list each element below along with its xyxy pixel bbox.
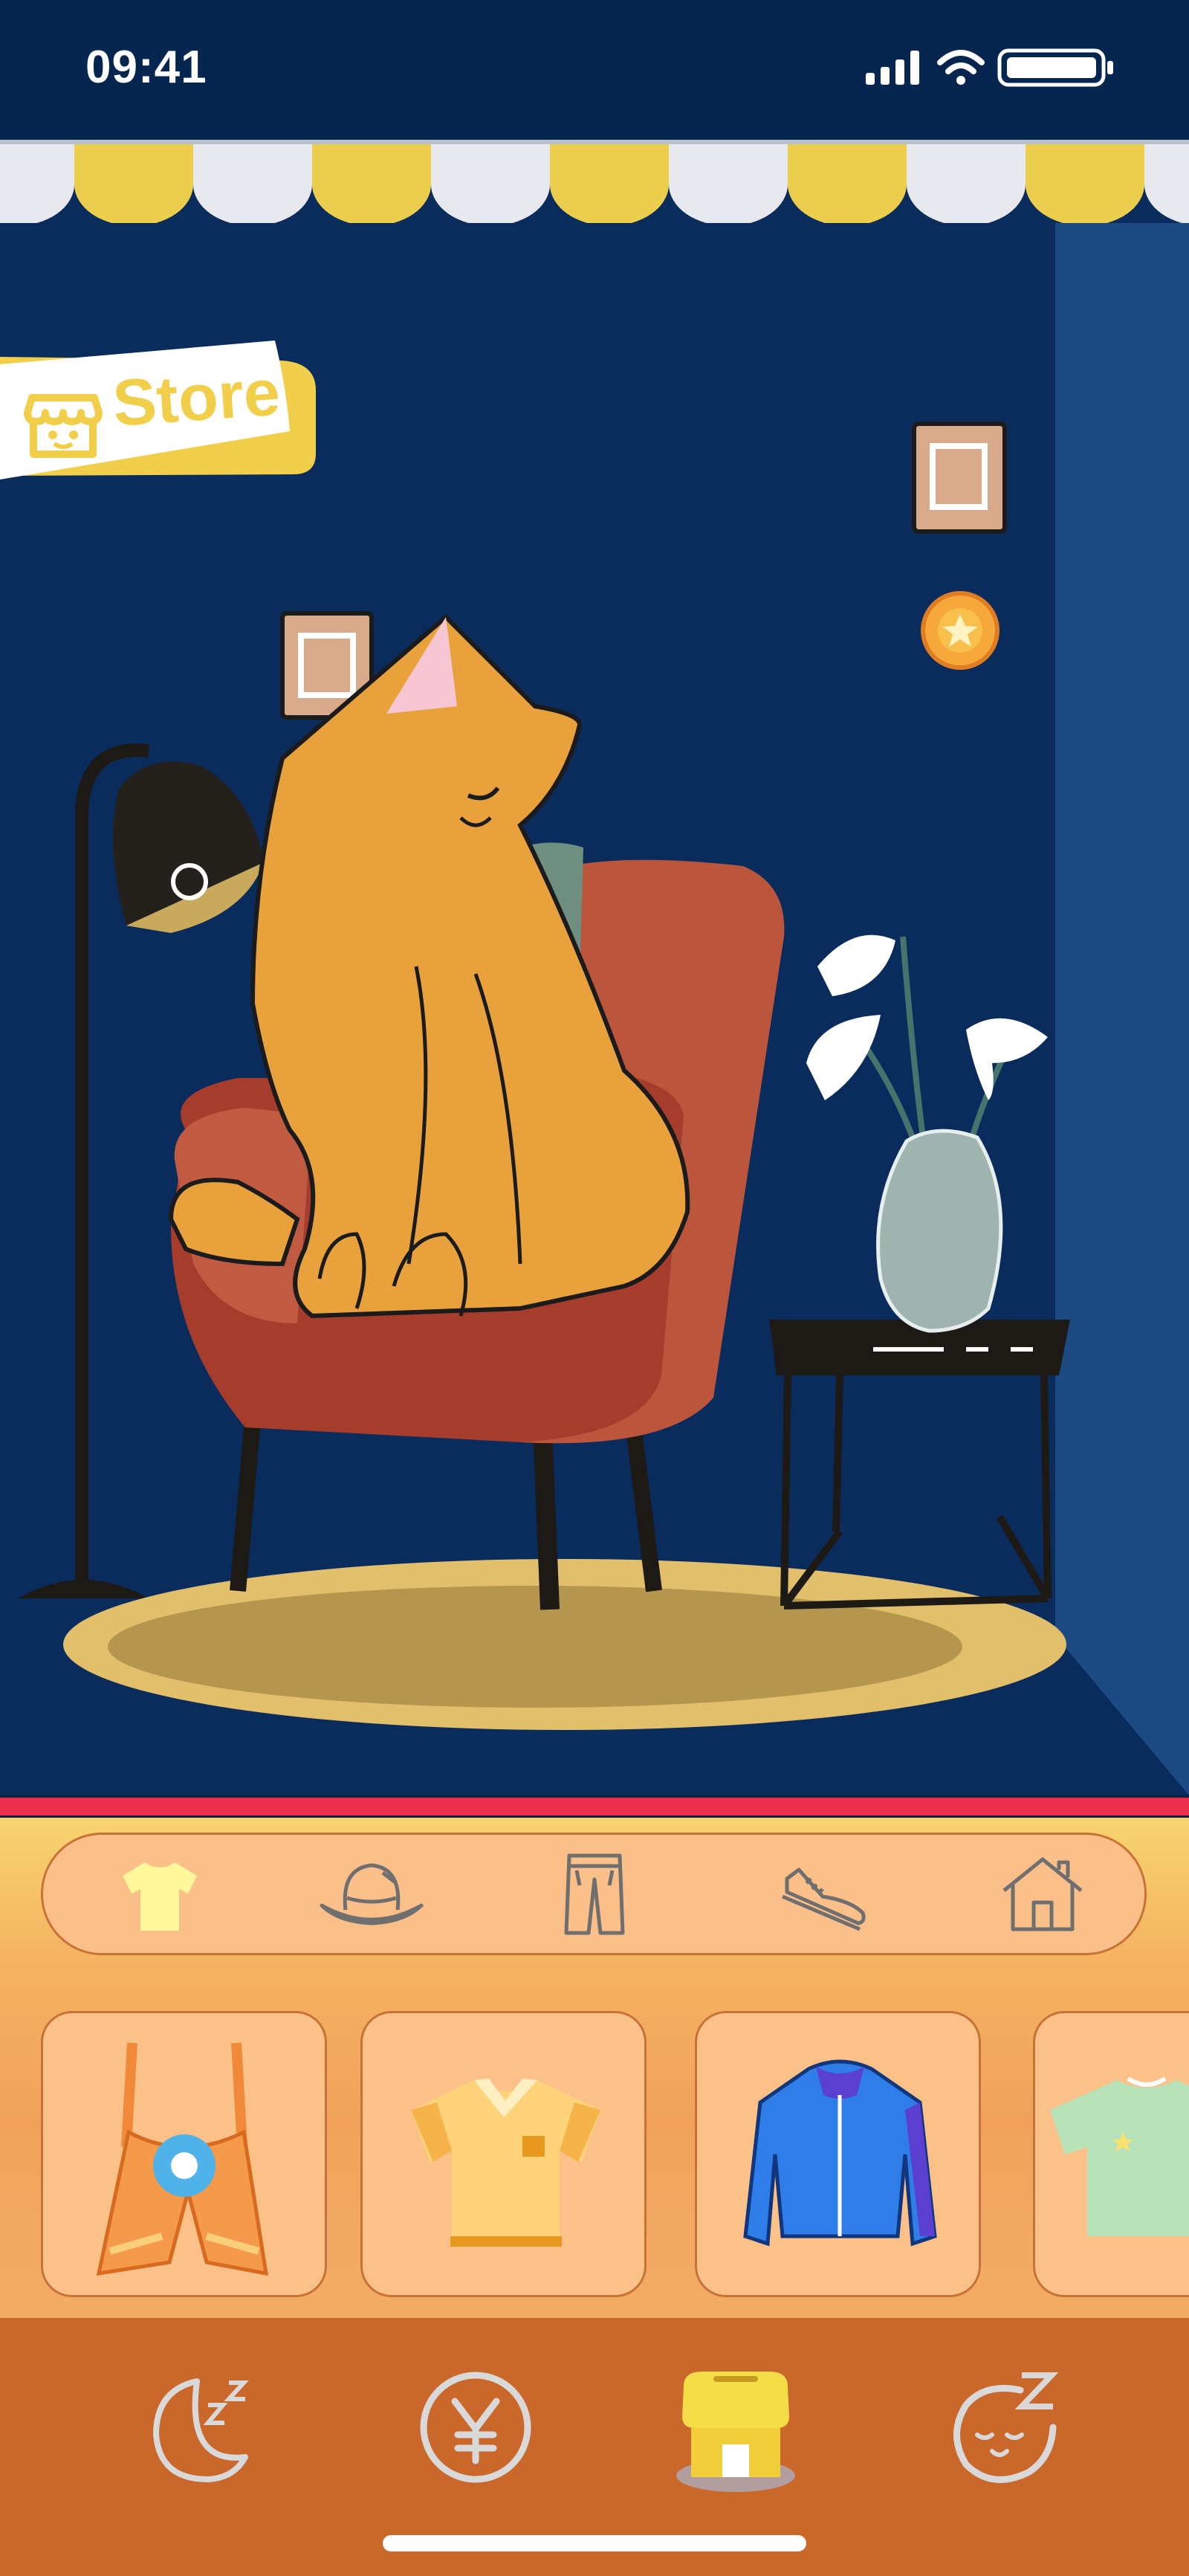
house-icon: [1002, 1857, 1083, 1931]
store-label[interactable]: Store: [110, 354, 282, 441]
home-indicator[interactable]: [383, 2535, 806, 2551]
status-icons: [866, 48, 1113, 87]
room-scene: [0, 223, 1189, 1795]
picture-frame-right: [912, 422, 1007, 534]
pants-icon: [564, 1853, 625, 1934]
store-front-icon: [24, 394, 103, 458]
status-bar: 09:41: [0, 0, 1189, 141]
green-tshirt-icon: [1050, 2076, 1189, 2236]
tab-home[interactable]: [983, 1847, 1102, 1940]
tab-shoes[interactable]: [765, 1847, 884, 1940]
cat-room-screen: 09:41 Store: [0, 0, 1189, 2576]
tab-hats[interactable]: [312, 1847, 431, 1940]
item-card-jacket[interactable]: [695, 2011, 981, 2297]
signal-icon: [866, 51, 919, 85]
gold-coin-icon: [921, 591, 1000, 670]
item-card-green-tshirt[interactable]: [1033, 2011, 1189, 2297]
nav-store[interactable]: [661, 2357, 810, 2498]
tab-pants[interactable]: [535, 1847, 654, 1940]
sleep-moon-icon: [153, 2378, 249, 2482]
jacket-icon: [743, 2059, 937, 2247]
sleepy-face-icon: [953, 2372, 1059, 2483]
overalls-icon: [96, 2042, 269, 2276]
tab-shirts[interactable]: [100, 1847, 219, 1940]
awning-scallops: [0, 144, 1189, 223]
nav-sleep[interactable]: [119, 2357, 268, 2498]
battery-icon: [997, 48, 1113, 87]
store-awning: [0, 140, 1189, 223]
hat-icon: [320, 1863, 424, 1925]
item-card-polo-shirt[interactable]: [360, 2011, 647, 2297]
status-time: 09:41: [85, 42, 207, 93]
yen-coin-icon: [420, 2372, 531, 2483]
nav-money[interactable]: [401, 2357, 550, 2498]
polo-shirt-icon: [411, 2079, 600, 2247]
item-card-overalls[interactable]: [41, 2011, 327, 2297]
tshirt-icon: [123, 1862, 197, 1931]
nav-mood[interactable]: [925, 2357, 1074, 2498]
right-wall: [1055, 223, 1189, 1795]
shoe-icon: [782, 1868, 866, 1931]
store-icon: [676, 2372, 795, 2492]
wifi-icon: [937, 50, 985, 85]
scene-divider: [0, 1795, 1189, 1818]
